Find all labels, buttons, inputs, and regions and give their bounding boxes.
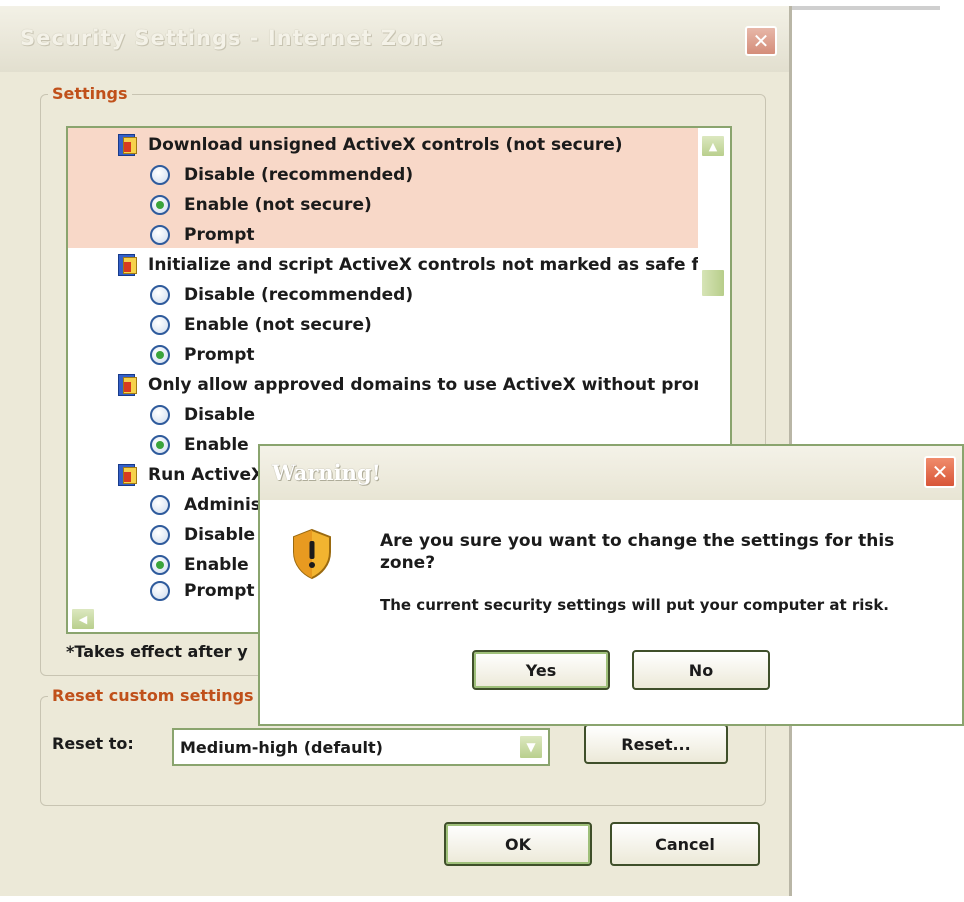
setting-option[interactable]: Disable (recommended)	[150, 280, 413, 310]
setting-category: Download unsigned ActiveX controls (not …	[118, 130, 623, 160]
warning-title: Warning!	[272, 460, 381, 485]
reset-group-label: Reset custom settings	[48, 686, 258, 705]
option-label: Prompt	[184, 225, 255, 245]
option-label: Administ	[184, 495, 270, 515]
setting-option[interactable]: Prompt	[150, 340, 255, 370]
setting-option[interactable]: Disable	[150, 520, 255, 550]
warning-shield-icon	[293, 528, 331, 580]
option-label: Prompt	[184, 581, 255, 601]
option-label: Enable	[184, 435, 249, 455]
window-title: Security Settings - Internet Zone	[20, 26, 444, 50]
setting-category-icon	[118, 254, 138, 276]
radio-icon[interactable]	[150, 225, 170, 245]
setting-category-icon	[118, 374, 138, 396]
option-label: Enable (not secure)	[184, 195, 372, 215]
radio-icon[interactable]	[150, 345, 170, 365]
radio-icon[interactable]	[150, 525, 170, 545]
close-icon[interactable]: ✕	[745, 26, 777, 56]
setting-category-label: Initialize and script ActiveX controls n…	[148, 255, 732, 275]
option-label: Disable	[184, 405, 256, 425]
reset-to-label: Reset to:	[52, 734, 134, 753]
radio-icon[interactable]	[150, 195, 170, 215]
warning-question: Are you sure you want to change the sett…	[380, 531, 895, 573]
warning-dialog: Warning! ✕ Are you sure you want to chan…	[258, 444, 964, 726]
setting-option[interactable]: Enable	[150, 550, 249, 580]
option-label: Disable (recommended)	[184, 285, 414, 305]
setting-option[interactable]: Enable	[150, 430, 249, 460]
radio-icon[interactable]	[150, 495, 170, 515]
radio-icon[interactable]	[150, 581, 170, 601]
setting-category-icon	[118, 464, 138, 486]
cancel-button[interactable]: Cancel	[610, 822, 760, 866]
setting-option[interactable]: Disable	[150, 400, 255, 430]
option-label: Enable	[184, 555, 249, 575]
setting-category-label: Download unsigned ActiveX controls (not …	[148, 135, 623, 155]
setting-category-label: Run ActiveX	[148, 465, 265, 485]
warning-message: The current security settings will put y…	[380, 596, 890, 614]
close-icon[interactable]: ✕	[924, 456, 956, 488]
ok-button[interactable]: OK	[444, 822, 592, 866]
setting-category: Run ActiveX	[118, 460, 264, 490]
setting-option[interactable]: Prompt	[150, 220, 255, 250]
setting-category: Initialize and script ActiveX controls n…	[118, 250, 732, 280]
radio-icon[interactable]	[150, 315, 170, 335]
no-button[interactable]: No	[632, 650, 770, 690]
radio-icon[interactable]	[150, 555, 170, 575]
window-edge-line	[790, 6, 940, 10]
dropdown-arrow-icon[interactable]: ▼	[518, 734, 544, 760]
restart-footnote: *Takes effect after y	[66, 642, 248, 661]
setting-option[interactable]: Enable (not secure)	[150, 190, 372, 220]
radio-icon[interactable]	[150, 405, 170, 425]
option-label: Disable (recommended)	[184, 165, 414, 185]
settings-group-label: Settings	[48, 84, 132, 103]
setting-option[interactable]: Prompt	[150, 580, 255, 602]
radio-icon[interactable]	[150, 285, 170, 305]
option-label: Disable	[184, 525, 256, 545]
scroll-left-icon[interactable]: ◀	[70, 607, 96, 631]
setting-category-label: Only allow approved domains to use Activ…	[148, 375, 732, 395]
setting-category: Only allow approved domains to use Activ…	[118, 370, 732, 400]
setting-category-icon	[118, 134, 138, 156]
reset-level-value: Medium-high (default)	[180, 738, 383, 757]
yes-button[interactable]: Yes	[472, 650, 610, 690]
setting-option[interactable]: Administ	[150, 490, 269, 520]
setting-option[interactable]: Disable (recommended)	[150, 160, 413, 190]
option-label: Prompt	[184, 345, 255, 365]
scroll-up-icon[interactable]: ▲	[700, 134, 726, 158]
reset-level-dropdown[interactable]: Medium-high (default) ▼	[172, 728, 550, 766]
option-label: Enable (not secure)	[184, 315, 372, 335]
window-titlebar[interactable]: Security Settings - Internet Zone ✕	[0, 6, 789, 72]
radio-icon[interactable]	[150, 435, 170, 455]
setting-option[interactable]: Enable (not secure)	[150, 310, 372, 340]
radio-icon[interactable]	[150, 165, 170, 185]
scroll-thumb[interactable]	[700, 268, 726, 298]
reset-button[interactable]: Reset...	[584, 724, 728, 764]
warning-titlebar[interactable]: Warning! ✕	[260, 446, 962, 500]
